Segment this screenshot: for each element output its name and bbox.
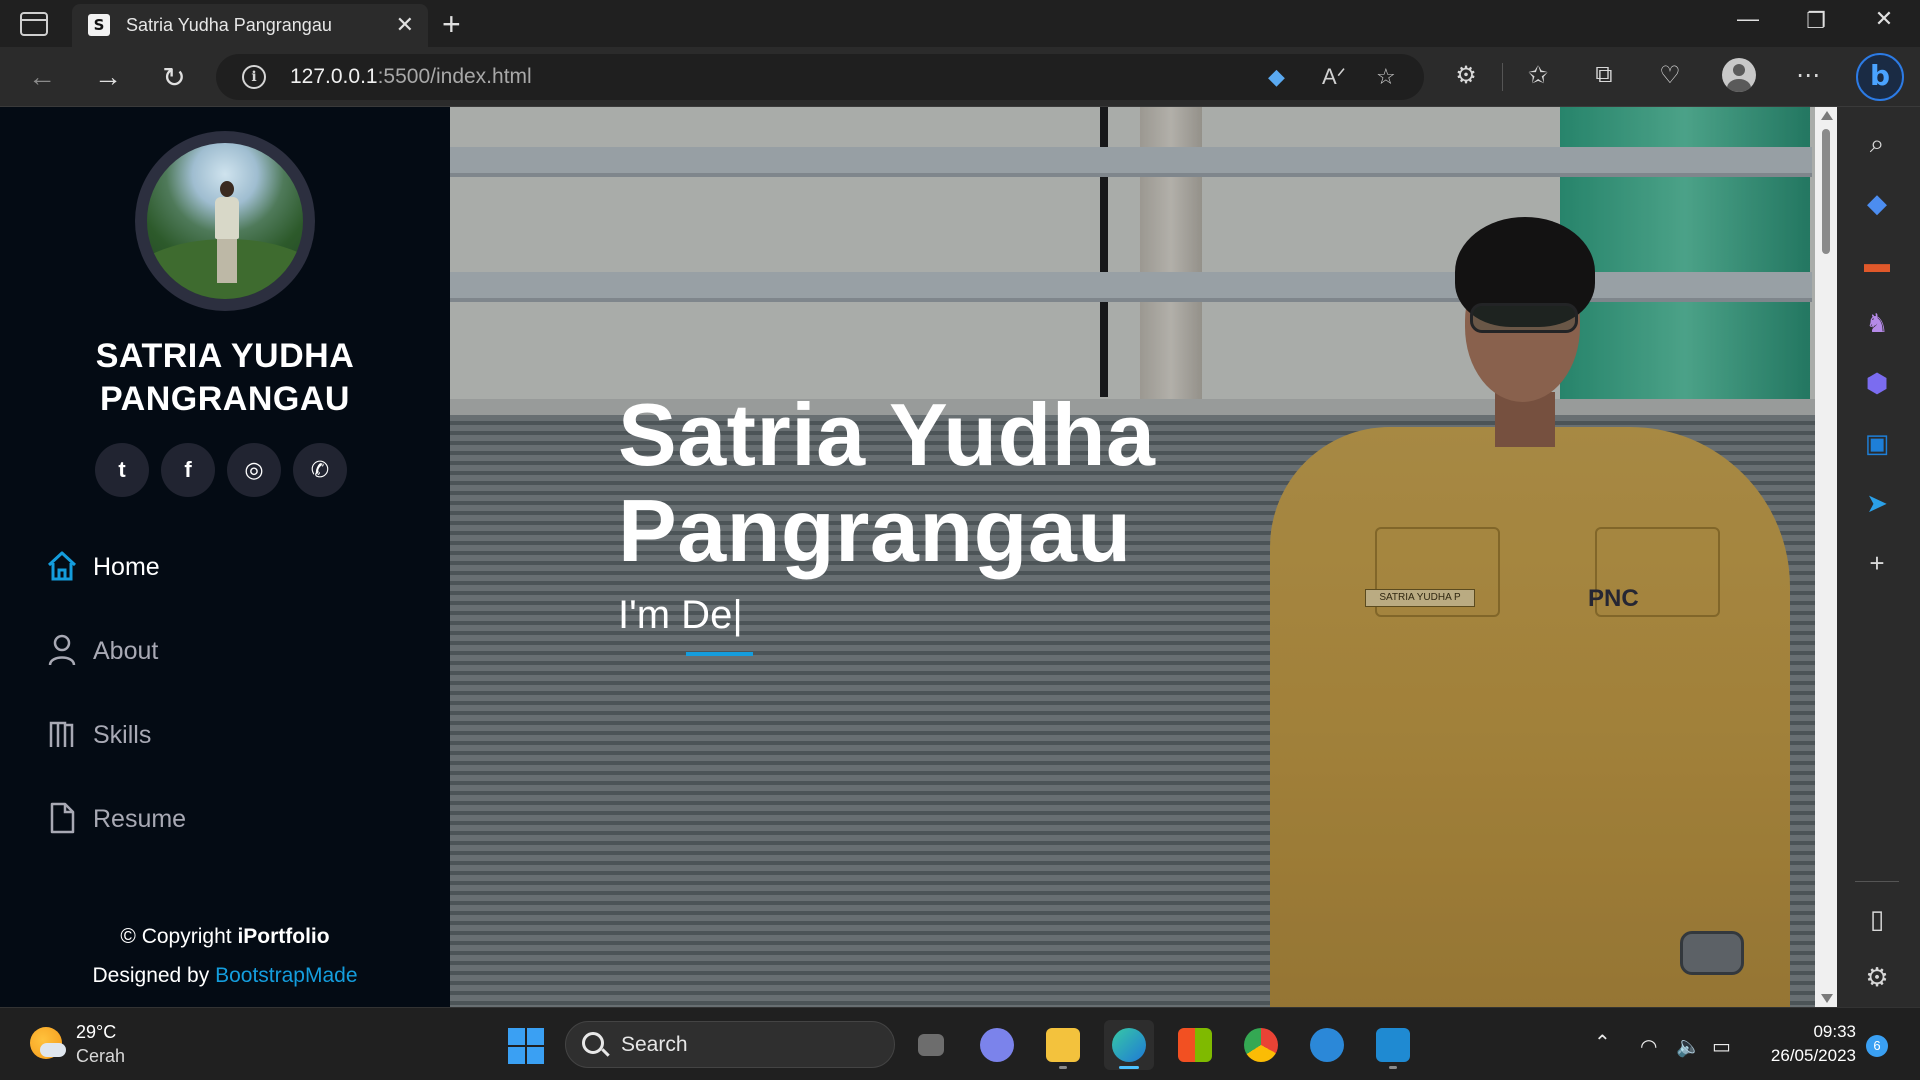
- nav-item-home[interactable]: Home: [46, 547, 406, 587]
- settings-gear-icon[interactable]: ⚙: [1857, 957, 1897, 997]
- weather-icon[interactable]: [30, 1027, 66, 1059]
- get-help-icon[interactable]: [1302, 1020, 1352, 1070]
- read-aloud-icon[interactable]: Aᐟ: [1322, 64, 1346, 90]
- vscode-icon[interactable]: [1368, 1020, 1418, 1070]
- tab-actions-icon[interactable]: [20, 12, 48, 36]
- tab-title: Satria Yudha Pangrangau: [126, 15, 332, 35]
- bing-copilot-icon[interactable]: b: [1856, 53, 1904, 101]
- battery-icon[interactable]: ▭: [1712, 1034, 1731, 1059]
- taskbar-search[interactable]: Search: [565, 1021, 895, 1068]
- twitter-icon[interactable]: t: [95, 443, 149, 497]
- facebook-icon[interactable]: f: [161, 443, 215, 497]
- close-window-icon[interactable]: ✕: [1864, 6, 1904, 32]
- hero-title: Satria Yudha Pangrangau: [618, 385, 1156, 580]
- microsoft-365-icon[interactable]: ⬢: [1857, 363, 1897, 403]
- weather-temperature[interactable]: 29°C: [76, 1022, 116, 1043]
- designer-link[interactable]: BootstrapMade: [215, 964, 357, 987]
- scroll-down-icon[interactable]: [1821, 994, 1833, 1003]
- footer-credits: © Copyright iPortfolio Designed by Boots…: [0, 917, 450, 995]
- browser-tab-bar: S Satria Yudha Pangrangau ✕ + — ❐ ✕: [0, 0, 1920, 47]
- search-placeholder: Search: [621, 1033, 688, 1056]
- hide-sidebar-icon[interactable]: ▯: [1857, 899, 1897, 939]
- nav-label: About: [93, 637, 159, 665]
- clock-date[interactable]: 26/05/2023: [1758, 1046, 1856, 1066]
- search-icon: [582, 1032, 604, 1054]
- tools-icon[interactable]: ▬: [1857, 243, 1897, 283]
- favorites-icon[interactable]: ✩: [1522, 61, 1554, 90]
- whatsapp-icon[interactable]: ✆: [293, 443, 347, 497]
- profile-photo-frame: [135, 131, 315, 311]
- nav-label: Home: [93, 553, 160, 581]
- drop-icon[interactable]: ➤: [1857, 483, 1897, 523]
- refresh-icon[interactable]: ↻: [156, 61, 192, 94]
- clock-time[interactable]: 09:33: [1800, 1022, 1856, 1042]
- scroll-thumb[interactable]: [1822, 129, 1830, 254]
- edge-browser-icon[interactable]: [1104, 1020, 1154, 1070]
- browser-tab[interactable]: S Satria Yudha Pangrangau ✕: [72, 4, 428, 47]
- task-view-icon[interactable]: [906, 1020, 956, 1070]
- outlook-icon[interactable]: ▣: [1857, 423, 1897, 463]
- extensions-icon[interactable]: ⚙: [1450, 61, 1482, 90]
- file-icon: [50, 802, 75, 834]
- hero-section: SATRIA YUDHA P PNC Satria Yudha Pangrang…: [450, 107, 1815, 1007]
- page-viewport: SATRIA YUDHA PANGRANGAU t f ◎ ✆ Home Abo…: [0, 107, 1837, 1007]
- search-icon[interactable]: ⌕: [1857, 123, 1897, 163]
- show-hidden-icons-icon[interactable]: ⌃: [1594, 1030, 1611, 1055]
- chrome-icon[interactable]: [1236, 1020, 1286, 1070]
- volume-icon[interactable]: 🔈: [1676, 1034, 1701, 1059]
- designed-by-text: Designed by BootstrapMade: [92, 964, 358, 987]
- portfolio-sidebar: SATRIA YUDHA PANGRANGAU t f ◎ ✆ Home Abo…: [0, 107, 450, 1007]
- favicon-icon: S: [88, 14, 110, 36]
- collections-icon[interactable]: ⧉: [1588, 61, 1620, 89]
- teams-chat-icon[interactable]: [972, 1020, 1022, 1070]
- back-icon[interactable]: ←: [24, 61, 60, 93]
- page-scrollbar[interactable]: [1815, 107, 1837, 1007]
- profile-photo: [147, 143, 303, 299]
- file-explorer-icon[interactable]: [1038, 1020, 1088, 1070]
- scroll-up-icon[interactable]: [1821, 111, 1833, 120]
- instagram-icon[interactable]: ◎: [227, 443, 281, 497]
- hero-typed-subtitle: I'm De|: [618, 593, 743, 637]
- profile-avatar-icon[interactable]: [1722, 58, 1756, 92]
- weather-description[interactable]: Cerah: [76, 1046, 125, 1067]
- more-options-icon[interactable]: ⋯: [1792, 61, 1824, 90]
- microsoft-store-icon[interactable]: [1170, 1020, 1220, 1070]
- forward-icon[interactable]: →: [90, 61, 126, 93]
- skills-icon: [49, 721, 74, 747]
- new-tab-icon[interactable]: +: [442, 6, 461, 43]
- edge-sidebar: ⌕ ◆ ▬ ♞ ⬢ ▣ ➤ + ▯ ⚙: [1837, 107, 1920, 1007]
- coupon-tag-icon[interactable]: ◆: [1268, 64, 1285, 90]
- minimize-icon[interactable]: —: [1728, 6, 1768, 32]
- close-tab-icon[interactable]: ✕: [396, 12, 414, 38]
- browser-essentials-icon[interactable]: ♡: [1654, 61, 1686, 90]
- add-icon[interactable]: +: [1857, 543, 1897, 583]
- wifi-icon[interactable]: ◠: [1640, 1034, 1657, 1059]
- toolbar-divider: [1502, 63, 1503, 91]
- social-links: t f ◎ ✆: [95, 443, 355, 499]
- restore-icon[interactable]: ❐: [1796, 8, 1836, 34]
- browser-toolbar: ← → ↻ i 127.0.0.1:5500/index.html ◆ Aᐟ ☆…: [0, 47, 1920, 107]
- start-button[interactable]: [508, 1028, 544, 1064]
- home-icon: [47, 551, 77, 581]
- nav-label: Resume: [93, 805, 187, 833]
- notification-badge[interactable]: 6: [1866, 1035, 1888, 1057]
- nav-item-about[interactable]: About: [46, 631, 406, 671]
- nav-label: Skills: [93, 721, 152, 749]
- copyright-text: © Copyright iPortfolio: [120, 925, 330, 948]
- add-favorite-icon[interactable]: ☆: [1376, 64, 1396, 90]
- url-text[interactable]: 127.0.0.1:5500/index.html: [290, 65, 532, 89]
- subtitle-underline: [686, 652, 753, 656]
- address-bar[interactable]: i 127.0.0.1:5500/index.html ◆ Aᐟ ☆: [216, 54, 1424, 100]
- site-info-icon[interactable]: i: [242, 65, 266, 89]
- nav-item-skills[interactable]: Skills: [46, 715, 406, 755]
- nav-item-resume[interactable]: Resume: [46, 799, 406, 839]
- person-icon: [48, 634, 76, 666]
- games-icon[interactable]: ♞: [1857, 303, 1897, 343]
- windows-taskbar: 29°C Cerah Search ⌃ ◠ 🔈 ▭ 09:33 26/05/20…: [0, 1007, 1920, 1080]
- shopping-tag-icon[interactable]: ◆: [1857, 183, 1897, 223]
- profile-name: SATRIA YUDHA PANGRANGAU: [95, 337, 355, 418]
